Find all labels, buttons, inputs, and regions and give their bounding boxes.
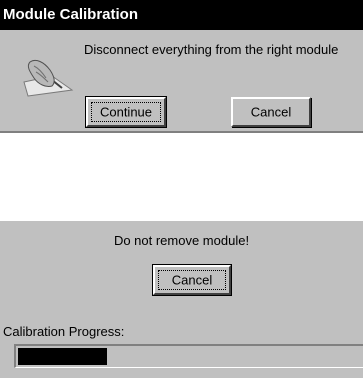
continue-button-label: Continue xyxy=(99,104,153,120)
dialog-title: Module Calibration xyxy=(0,0,363,30)
cancel-button[interactable]: Cancel xyxy=(231,97,311,127)
dialog-message: Disconnect everything from the right mod… xyxy=(84,42,339,57)
progress-bar xyxy=(14,344,363,368)
progress-label: Calibration Progress: xyxy=(3,324,125,339)
calibration-dialog: Module Calibration Disconnect everything… xyxy=(0,0,363,133)
hand-pen-icon xyxy=(22,56,74,98)
progress-cancel-button-label: Cancel xyxy=(171,272,213,288)
progress-panel: Do not remove module! Cancel Calibration… xyxy=(0,221,363,378)
progress-bar-fill xyxy=(18,348,107,365)
cancel-button-label: Cancel xyxy=(250,104,292,120)
warning-message: Do not remove module! xyxy=(113,233,250,248)
continue-button[interactable]: Continue xyxy=(85,96,167,128)
progress-cancel-button[interactable]: Cancel xyxy=(152,264,232,296)
